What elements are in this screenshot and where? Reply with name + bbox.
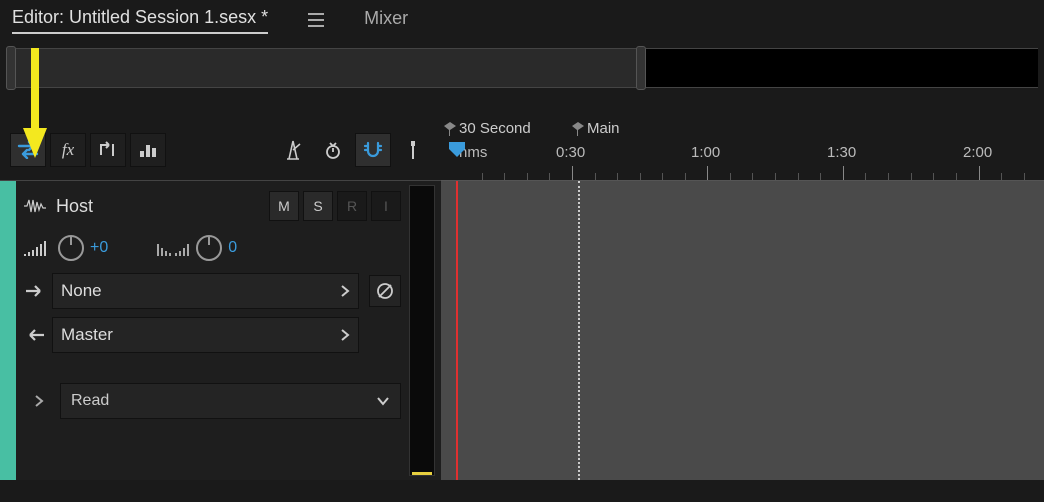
arm-record-button[interactable]: R	[337, 191, 367, 221]
level-meter	[409, 185, 435, 476]
marker-lane[interactable]: 30 Second Main	[441, 120, 1044, 142]
playhead[interactable]	[447, 142, 467, 158]
input-dropdown[interactable]: None	[52, 273, 359, 309]
snap-button[interactable]	[355, 133, 391, 167]
rewind-on-stop-button[interactable]	[315, 133, 351, 167]
playhead-options-button[interactable]	[395, 133, 431, 167]
track-color-strip[interactable]	[0, 181, 16, 480]
playhead-line	[456, 181, 458, 480]
output-dropdown[interactable]: Master	[52, 317, 359, 353]
automation-mode-dropdown[interactable]: Read	[60, 383, 401, 419]
inputs-outputs-button[interactable]	[10, 133, 46, 167]
ruler-tick-label: 2:00	[963, 144, 992, 161]
pan-knob[interactable]	[196, 235, 222, 261]
nav-remainder[interactable]	[646, 48, 1038, 88]
tab-mixer[interactable]: Mixer	[364, 8, 408, 33]
mono-stereo-button[interactable]	[369, 275, 401, 307]
chevron-down-icon	[376, 396, 390, 406]
marker-guideline	[578, 181, 580, 480]
marker-label: 30 Second	[459, 120, 531, 137]
ruler-tick-label: 1:30	[827, 144, 856, 161]
volume-scale-icon	[24, 238, 52, 258]
sends-button[interactable]	[90, 133, 126, 167]
panel-tabbar: Editor: Untitled Session 1.sesx * Mixer	[0, 0, 1044, 40]
panel-menu-icon[interactable]	[308, 13, 324, 27]
zoom-navigator	[0, 40, 1044, 96]
mute-button[interactable]: M	[269, 191, 299, 221]
marker-main[interactable]: Main	[572, 120, 620, 137]
marker-flag-icon	[572, 122, 584, 136]
ruler-tick-label: 1:00	[691, 144, 720, 161]
pan-scale-icon	[156, 238, 190, 258]
ruler-tick-label: 0:30	[556, 144, 585, 161]
marker-label: Main	[587, 120, 620, 137]
timeline-header: 30 Second Main hms 0:30 1:00 1:30 2:00	[441, 120, 1044, 180]
nav-handle-left[interactable]	[6, 46, 16, 90]
chevron-right-icon	[340, 284, 350, 298]
track-header: Host M S R I +0 0	[0, 180, 441, 480]
track-name[interactable]: Host	[24, 196, 261, 217]
effects-button[interactable]: fx	[50, 133, 86, 167]
marker-30-second[interactable]: 30 Second	[444, 120, 531, 137]
metronome-button[interactable]	[275, 133, 311, 167]
time-ruler[interactable]: hms 0:30 1:00 1:30 2:00	[441, 142, 1044, 180]
marker-flag-icon	[444, 122, 456, 136]
eq-button[interactable]	[130, 133, 166, 167]
tab-editor[interactable]: Editor: Untitled Session 1.sesx *	[12, 7, 268, 34]
output-arrow-icon	[24, 328, 46, 342]
input-arrow-icon	[24, 284, 46, 298]
solo-button[interactable]: S	[303, 191, 333, 221]
nav-visible-range[interactable]	[16, 48, 636, 88]
monitor-input-button[interactable]: I	[371, 191, 401, 221]
nav-handle-right[interactable]	[636, 46, 646, 90]
timeline-tracks-area[interactable]	[441, 180, 1044, 480]
volume-value[interactable]: +0	[90, 239, 108, 257]
track-panel-toolbar: fx	[0, 120, 441, 180]
chevron-right-icon	[340, 328, 350, 342]
automation-expand-icon[interactable]	[24, 394, 54, 408]
waveform-icon	[24, 198, 48, 214]
volume-knob[interactable]	[58, 235, 84, 261]
pan-value[interactable]: 0	[228, 239, 237, 257]
